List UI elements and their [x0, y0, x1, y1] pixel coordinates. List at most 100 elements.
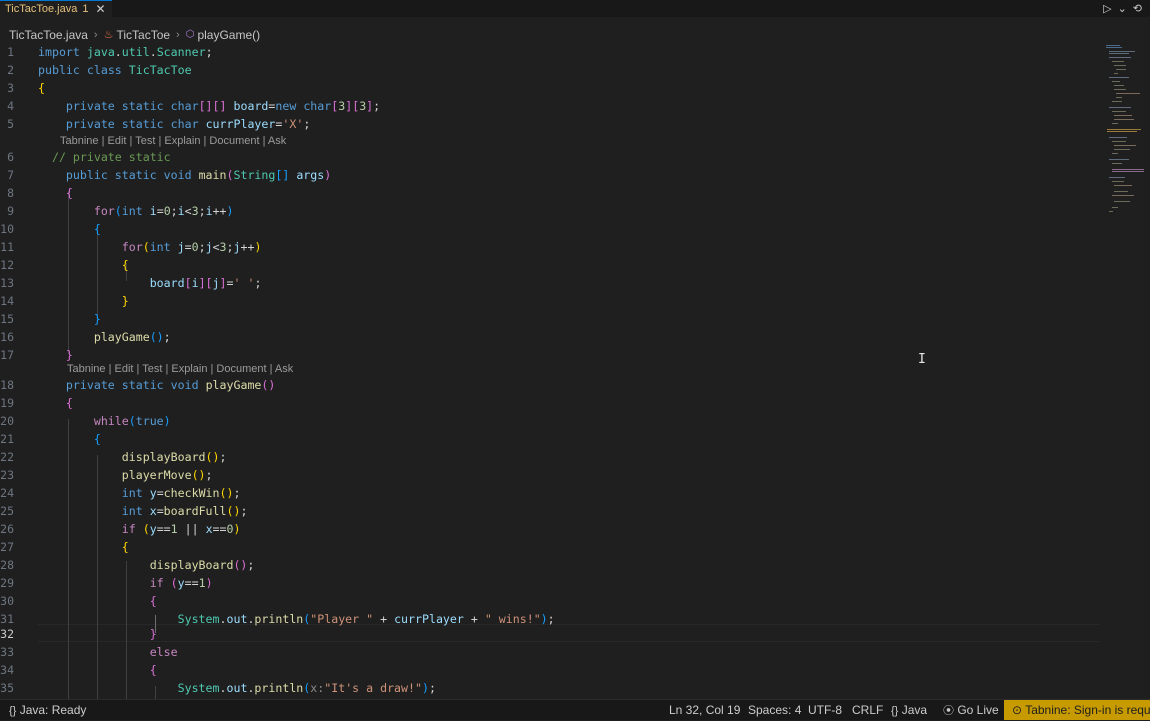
line-code: public class TicTacToe	[38, 63, 192, 77]
line-code: {	[65, 396, 73, 410]
line-number: 29	[0, 576, 14, 590]
code-line: 16 playGame();	[0, 328, 1100, 346]
code-line: 14 }	[0, 292, 1100, 310]
line-number: 9	[7, 204, 14, 218]
line-code: import java.util.Scanner;	[38, 45, 213, 59]
indentation-setting[interactable]: Spaces: 4	[748, 700, 801, 720]
encoding-setting[interactable]: UTF-8	[808, 700, 842, 720]
line-code: System.out.println(x:"It's a draw!");	[177, 681, 436, 695]
code-line: 13 board[i][j]=' ';	[0, 274, 1100, 292]
method-cube-icon: ⬡	[185, 29, 195, 40]
line-number: 10	[0, 222, 14, 236]
line-number: 25	[0, 504, 14, 518]
code-line: 26 if (y==1 || x==0)	[0, 520, 1100, 538]
line-code: {	[93, 222, 101, 236]
timeline-history-icon[interactable]: ⟲	[1133, 3, 1142, 14]
breadcrumb-method[interactable]: playGame()	[197, 28, 260, 42]
line-number: 4	[7, 99, 14, 113]
line-number: 26	[0, 522, 14, 536]
line-number: 15	[0, 312, 14, 326]
minimap[interactable]	[1104, 43, 1144, 223]
line-code: if (y==1)	[149, 576, 213, 590]
tab-title[interactable]: TicTacToe.java	[5, 3, 77, 15]
java-status[interactable]: {} Java: Ready	[9, 700, 86, 720]
code-line: 18 private static void playGame()	[0, 376, 1100, 394]
run-icon[interactable]: ▷	[1103, 3, 1111, 14]
line-code: {	[65, 186, 73, 200]
tab-tictactoe-java[interactable]: TicTacToe.java 1 ✕	[0, 0, 112, 17]
close-icon[interactable]: ✕	[95, 3, 105, 15]
text-cursor-ibeam: I	[918, 352, 926, 367]
code-line: 4 private static char[][] board=new char…	[0, 97, 1100, 115]
code-line: 2 public class TicTacToe	[0, 61, 1100, 79]
breadcrumb-class[interactable]: TicTacToe	[116, 28, 170, 42]
line-number: 33	[0, 645, 14, 659]
line-code: private static char[][] board=new char[3…	[65, 99, 381, 113]
line-number: 20	[0, 414, 14, 428]
line-code: {	[38, 81, 45, 95]
line-code: private static void playGame()	[65, 378, 276, 392]
line-number: 18	[0, 378, 14, 392]
code-line: 25 int x=boardFull();	[0, 502, 1100, 520]
code-line: 24 int y=checkWin();	[0, 484, 1100, 502]
line-code: for(int i=0;i<3;i++)	[93, 204, 234, 218]
tabnine-signin-status[interactable]: ⊙ Tabnine: Sign-in is required	[1004, 700, 1150, 720]
line-number: 16	[0, 330, 14, 344]
line-number: 17	[0, 348, 14, 362]
tabnine-codelens[interactable]: Tabnine | Edit | Test | Explain | Docume…	[60, 133, 286, 149]
code-line: 3 {	[0, 79, 1100, 97]
code-line: 6 // private static	[0, 148, 1100, 166]
line-number: 13	[0, 276, 14, 290]
line-number: 28	[0, 558, 14, 572]
line-number: 24	[0, 486, 14, 500]
line-number: 8	[7, 186, 14, 200]
line-code: displayBoard();	[121, 450, 227, 464]
language-mode[interactable]: {} Java	[891, 700, 927, 720]
line-number: 7	[7, 168, 14, 182]
line-code: playGame();	[93, 330, 171, 344]
line-code: }	[149, 627, 157, 641]
editor-actions: ▷ ⌄ ⟲	[1103, 0, 1142, 17]
line-code: displayBoard();	[149, 558, 255, 572]
code-line: 33 else	[0, 643, 1100, 661]
code-line: 20 while(true)	[0, 412, 1100, 430]
line-code: {	[121, 540, 129, 554]
line-code: playerMove();	[121, 468, 213, 482]
chevron-down-icon[interactable]: ⌄	[1118, 3, 1127, 14]
cursor-position[interactable]: Ln 32, Col 19	[669, 700, 740, 720]
line-code: int y=checkWin();	[121, 486, 241, 500]
line-code: int x=boardFull();	[121, 504, 248, 518]
line-number: 21	[0, 432, 14, 446]
code-line: 1 import java.util.Scanner;	[0, 43, 1100, 61]
line-number: 32	[0, 627, 14, 641]
line-code: else	[149, 645, 178, 659]
code-line: 8 {	[0, 184, 1100, 202]
code-line-current: 32 }	[0, 625, 1100, 643]
code-line: 35 System.out.println(x:"It's a draw!");	[0, 679, 1100, 697]
line-code: for(int j=0;j<3;j++)	[121, 240, 262, 254]
java-braces-icon: {}	[9, 705, 17, 717]
eol-setting[interactable]: CRLF	[852, 700, 883, 720]
line-code: private static char currPlayer='X';	[65, 117, 311, 131]
line-number: 35	[0, 681, 14, 695]
chevron-right-icon: ›	[93, 28, 98, 41]
line-code: }	[93, 312, 101, 326]
line-number: 5	[7, 117, 14, 131]
breadcrumb-file[interactable]: TicTacToe.java	[9, 28, 88, 42]
code-line: 19 {	[0, 394, 1100, 412]
line-number: 3	[7, 81, 14, 95]
line-number: 30	[0, 594, 14, 608]
line-number: 6	[7, 150, 14, 164]
code-line: 30 {	[0, 592, 1100, 610]
go-live-button[interactable]: ⦿ Go Live	[943, 700, 999, 720]
tabnine-codelens[interactable]: Tabnine | Edit | Test | Explain | Docume…	[67, 361, 293, 377]
line-code: }	[121, 294, 129, 308]
code-line: 28 displayBoard();	[0, 556, 1100, 574]
line-code: if (y==1 || x==0)	[121, 522, 241, 536]
tabnine-icon: ⊙	[1012, 703, 1023, 717]
java-file-icon: ♨	[103, 29, 114, 41]
line-number: 23	[0, 468, 14, 482]
line-number: 14	[0, 294, 14, 308]
code-editor[interactable]: 1 import java.util.Scanner; 2 public cla…	[0, 43, 1100, 699]
code-line: 21 {	[0, 430, 1100, 448]
